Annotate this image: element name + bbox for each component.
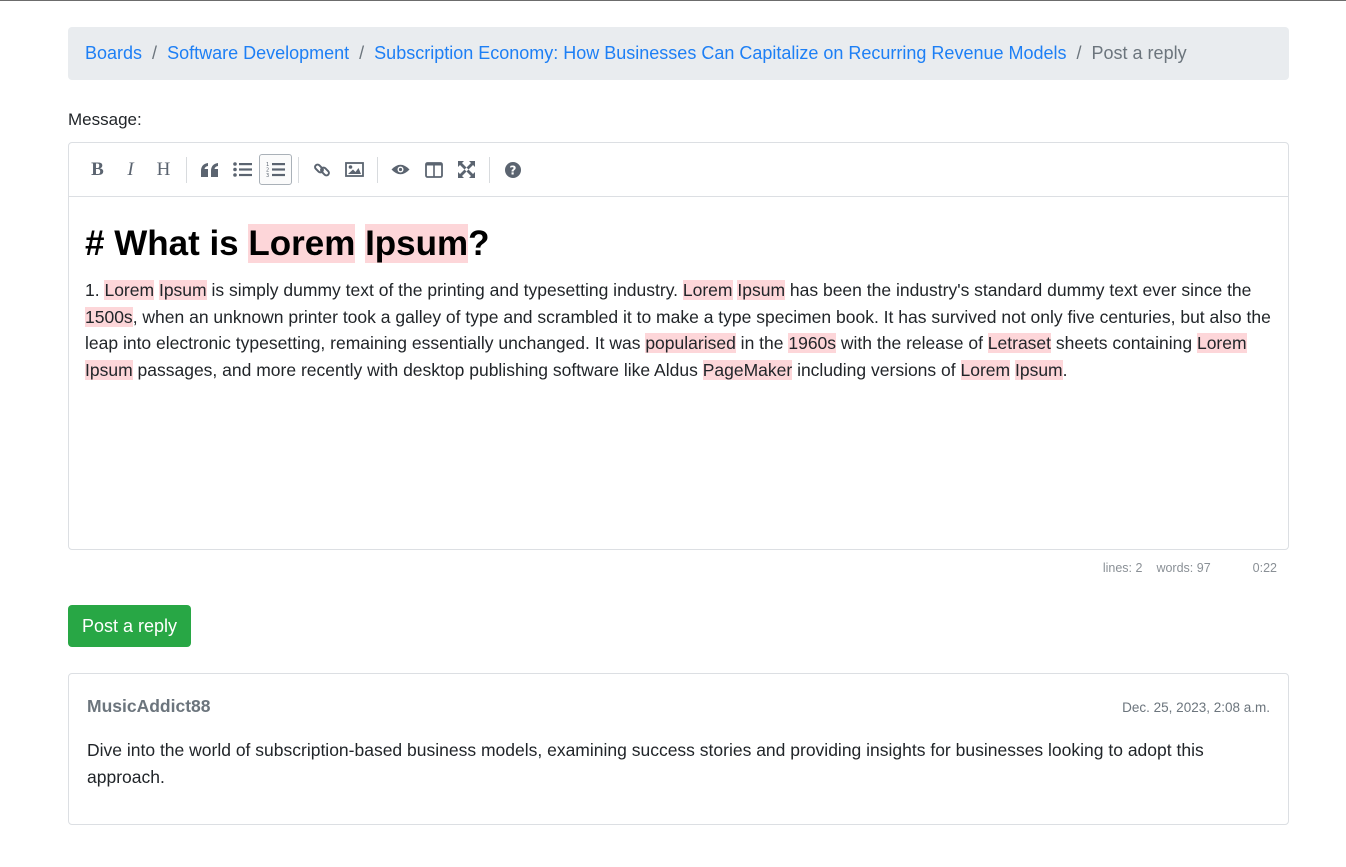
reply-author[interactable]: MusicAddict88: [87, 696, 211, 717]
heading-icon: H: [156, 158, 171, 180]
markdown-editor: B I H 123 ? # What is Lorem Ipsum? 1. Lo…: [68, 142, 1289, 550]
breadcrumb-separator: /: [152, 43, 158, 63]
editor-heading-line: # What is Lorem Ipsum?: [85, 219, 1272, 269]
breadcrumb: Boards / Software Development / Subscrip…: [68, 27, 1289, 80]
side-by-side-button[interactable]: [417, 154, 450, 185]
message-label: Message:: [68, 110, 142, 129]
list-marker: 1.: [85, 280, 105, 300]
toolbar-divider: [489, 156, 490, 183]
preview-button[interactable]: [384, 154, 417, 185]
breadcrumb-link-thread[interactable]: Subscription Economy: How Businesses Can…: [374, 43, 1066, 64]
italic-icon: I: [127, 158, 134, 180]
editor-toolbar: B I H 123 ?: [69, 143, 1288, 197]
heading-text: # What is: [85, 224, 249, 263]
fullscreen-icon: [458, 161, 475, 178]
link-button[interactable]: [305, 154, 338, 185]
spellcheck-highlight: Ipsum: [365, 224, 469, 263]
image-button[interactable]: [338, 154, 371, 185]
quote-button[interactable]: [193, 154, 226, 185]
image-icon: [345, 162, 364, 177]
eye-icon: [391, 164, 410, 175]
breadcrumb-link-category[interactable]: Software Development: [167, 43, 349, 64]
toolbar-divider: [186, 156, 187, 183]
italic-button[interactable]: I: [114, 154, 147, 185]
help-button[interactable]: ?: [496, 154, 529, 185]
line-count: lines: 2: [1102, 561, 1143, 575]
cursor-position: 0:22: [1252, 561, 1277, 575]
columns-icon: [424, 161, 443, 178]
quote-icon: [200, 162, 218, 177]
reply-body: Dive into the world of subscription-base…: [87, 740, 1204, 787]
reply-date: Dec. 25, 2023, 2:08 a.m.: [1122, 700, 1270, 715]
svg-text:?: ?: [509, 163, 516, 177]
bold-button[interactable]: B: [81, 154, 114, 185]
unordered-list-button[interactable]: [226, 154, 259, 185]
unordered-list-icon: [233, 162, 252, 177]
breadcrumb-separator: /: [1076, 43, 1082, 63]
breadcrumb-current: Post a reply: [1091, 43, 1187, 63]
heading-text: ?: [468, 224, 490, 263]
ordered-list-button[interactable]: 123: [259, 154, 292, 185]
editor-paragraph-line: 1. Lorem Ipsum is simply dummy text of t…: [85, 280, 1271, 380]
bold-icon: B: [91, 158, 104, 180]
editor-statusbar: lines: 2 words: 97 0:22: [1103, 561, 1277, 575]
post-reply-button[interactable]: Post a reply: [68, 605, 192, 647]
reply-card: MusicAddict88 Dec. 25, 2023, 2:08 a.m. D…: [68, 673, 1289, 825]
toolbar-divider: [298, 156, 299, 183]
breadcrumb-separator: /: [359, 43, 365, 63]
svg-text:3: 3: [266, 173, 269, 178]
toolbar-divider: [377, 156, 378, 183]
link-icon: [313, 163, 330, 176]
ordered-list-icon: 123: [266, 162, 285, 178]
fullscreen-button[interactable]: [450, 154, 483, 185]
editor-content[interactable]: # What is Lorem Ipsum? 1. Lorem Ipsum is…: [69, 197, 1288, 383]
spellcheck-highlight: Lorem: [248, 224, 356, 263]
word-count: words: 97: [1156, 561, 1211, 575]
heading-button[interactable]: H: [147, 154, 180, 185]
breadcrumb-link-boards[interactable]: Boards: [85, 43, 142, 64]
help-icon: ?: [504, 161, 521, 178]
